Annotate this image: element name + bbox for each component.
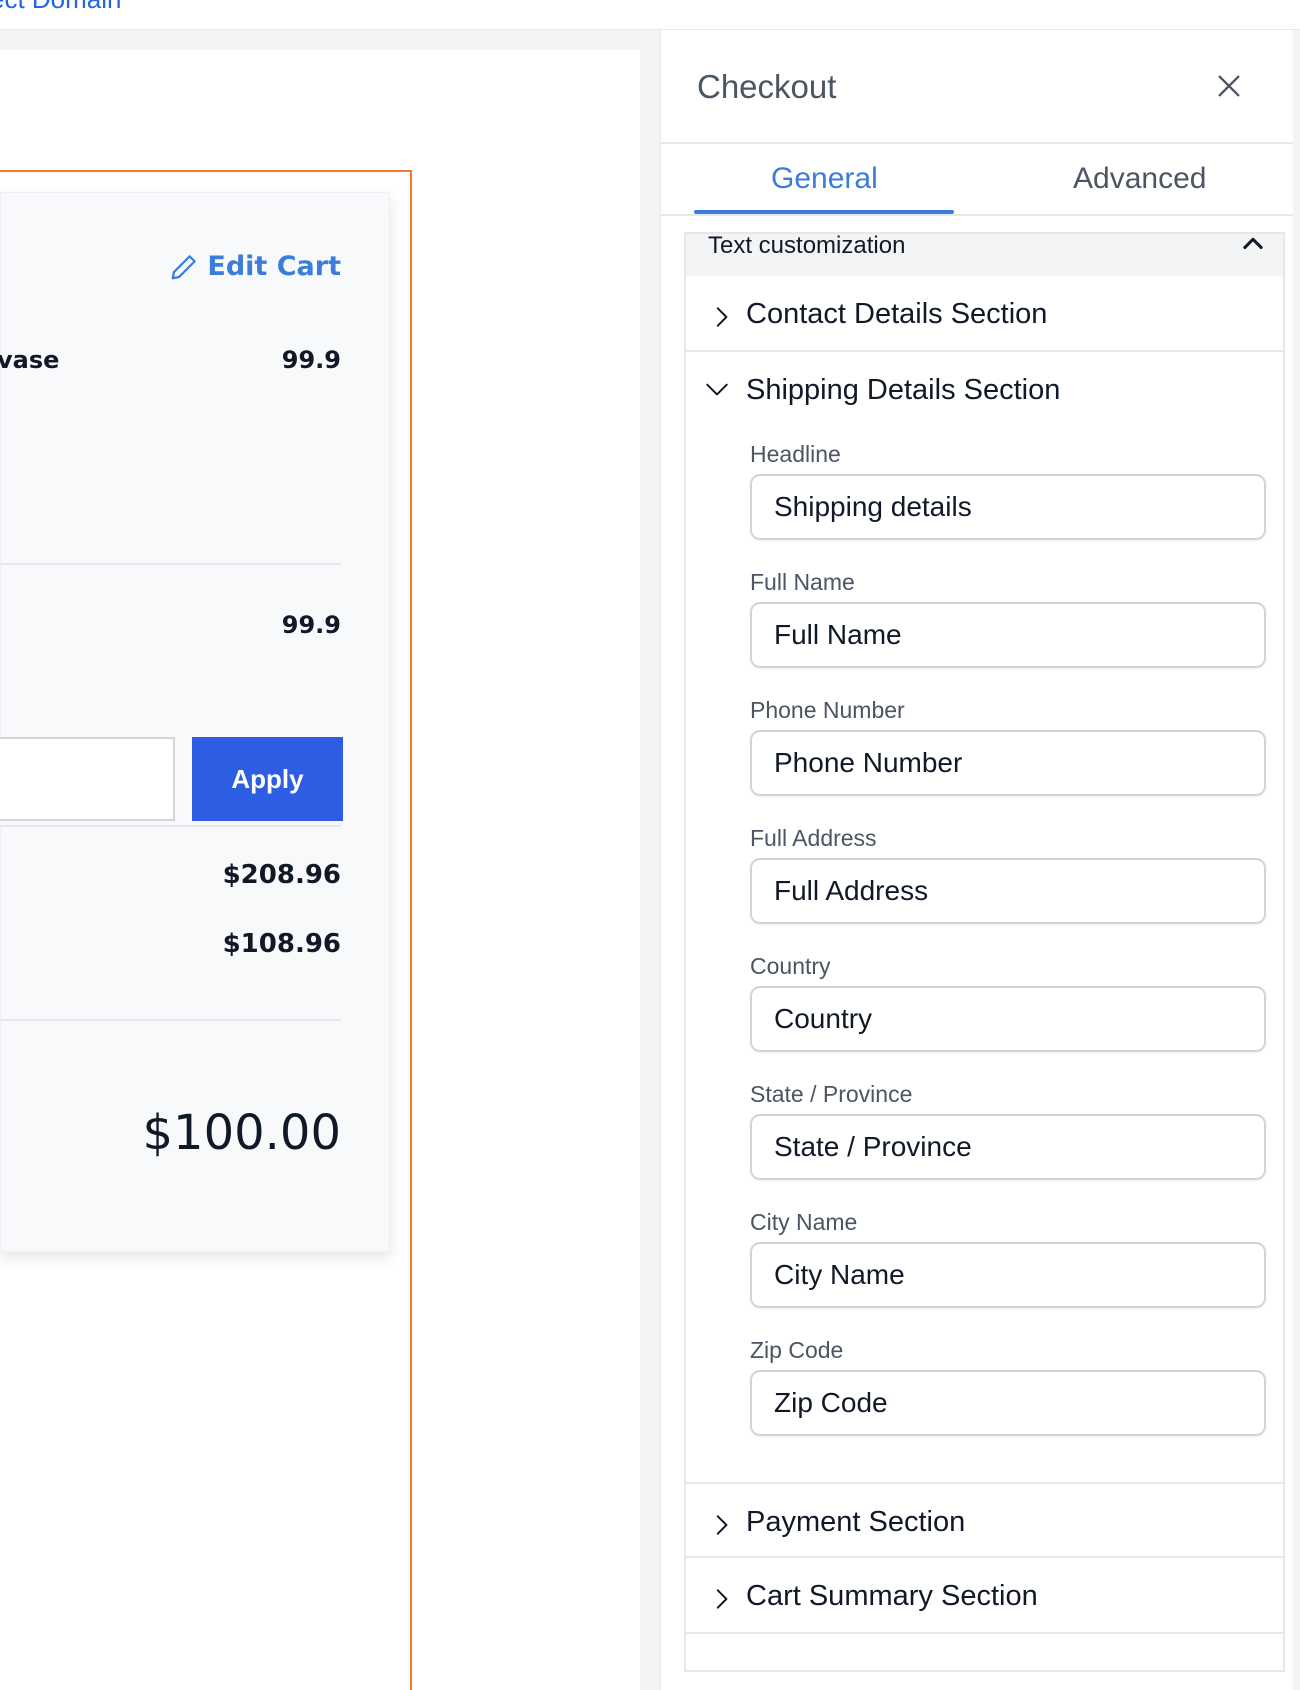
full-name-input[interactable]: [750, 602, 1266, 668]
active-tab-indicator: [694, 210, 954, 214]
chevron-right-icon: [716, 307, 728, 327]
section-contact-details[interactable]: Contact Details Section: [686, 276, 1283, 352]
panel-header: Checkout: [661, 30, 1300, 144]
section-cart-summary[interactable]: Cart Summary Section: [686, 1558, 1283, 1634]
field-label-headline: Headline: [750, 441, 841, 467]
section-payment[interactable]: Payment Section: [686, 1482, 1283, 1558]
pencil-icon: [172, 254, 197, 279]
state-province-input[interactable]: [750, 1114, 1266, 1180]
accordion-title: Text customization: [708, 232, 906, 259]
field-label-phone-number: Phone Number: [750, 697, 905, 723]
cart-item-name: vase: [0, 346, 60, 374]
section-label: Cart Summary Section: [746, 1580, 1038, 1612]
tab-general[interactable]: General: [771, 162, 878, 196]
edit-cart-link[interactable]: Edit Cart: [169, 251, 341, 282]
section-label: Shipping Details Section: [746, 374, 1061, 406]
cart-item-price: 99.9: [281, 346, 341, 374]
headline-input[interactable]: [750, 474, 1266, 540]
field-label-city-name: City Name: [750, 1209, 858, 1235]
city-name-input[interactable]: [750, 1242, 1266, 1308]
text-customization-accordion: Text customization Contact Details Secti…: [684, 232, 1285, 1672]
domain-link[interactable]: ect Domain: [0, 0, 122, 15]
chevron-up-icon[interactable]: [1239, 232, 1267, 258]
phone-number-input[interactable]: [750, 730, 1266, 796]
field-label-zip-code: Zip Code: [750, 1337, 844, 1363]
panel-scrollbar[interactable]: [1293, 30, 1300, 1690]
chevron-down-icon: [706, 383, 728, 396]
summary-amount: $108.96: [222, 929, 341, 959]
divider: [1, 825, 341, 827]
editor-canvas: Edit Cart vase 99.9 99.9 Apply $208.96 $…: [0, 30, 660, 1690]
panel-tabs: General Advanced: [661, 144, 1300, 216]
top-bar: ect Domain: [0, 0, 1300, 30]
panel-title: Checkout: [697, 68, 837, 105]
settings-panel: Checkout General Advanced Text customiza…: [660, 30, 1300, 1690]
apply-button[interactable]: Apply: [192, 737, 343, 821]
field-label-state-province: State / Province: [750, 1081, 913, 1107]
close-button[interactable]: [1209, 66, 1249, 106]
section-label: Payment Section: [746, 1506, 966, 1538]
divider: [1, 1019, 341, 1021]
cart-summary-card: Edit Cart vase 99.9 99.9 Apply $208.96 $…: [0, 192, 390, 1252]
coupon-input[interactable]: [0, 737, 175, 821]
accordion-header[interactable]: Text customization: [686, 232, 1283, 276]
field-label-full-name: Full Name: [750, 569, 855, 595]
chevron-right-icon: [716, 1515, 728, 1535]
edit-cart-label: Edit Cart: [207, 251, 341, 282]
zip-code-input[interactable]: [750, 1370, 1266, 1436]
field-label-country: Country: [750, 953, 831, 979]
subtotal-value: 99.9: [281, 611, 341, 639]
full-address-input[interactable]: [750, 858, 1266, 924]
field-label-full-address: Full Address: [750, 825, 877, 851]
chevron-right-icon: [716, 1589, 728, 1609]
summary-amount: $208.96: [222, 860, 341, 890]
section-shipping-details[interactable]: Shipping Details Section: [686, 352, 1283, 428]
section-label: Contact Details Section: [746, 298, 1048, 330]
divider: [1, 563, 341, 565]
tab-advanced[interactable]: Advanced: [1073, 162, 1206, 196]
total-amount: $100.00: [142, 1105, 342, 1161]
close-icon: [1218, 75, 1240, 97]
country-input[interactable]: [750, 986, 1266, 1052]
